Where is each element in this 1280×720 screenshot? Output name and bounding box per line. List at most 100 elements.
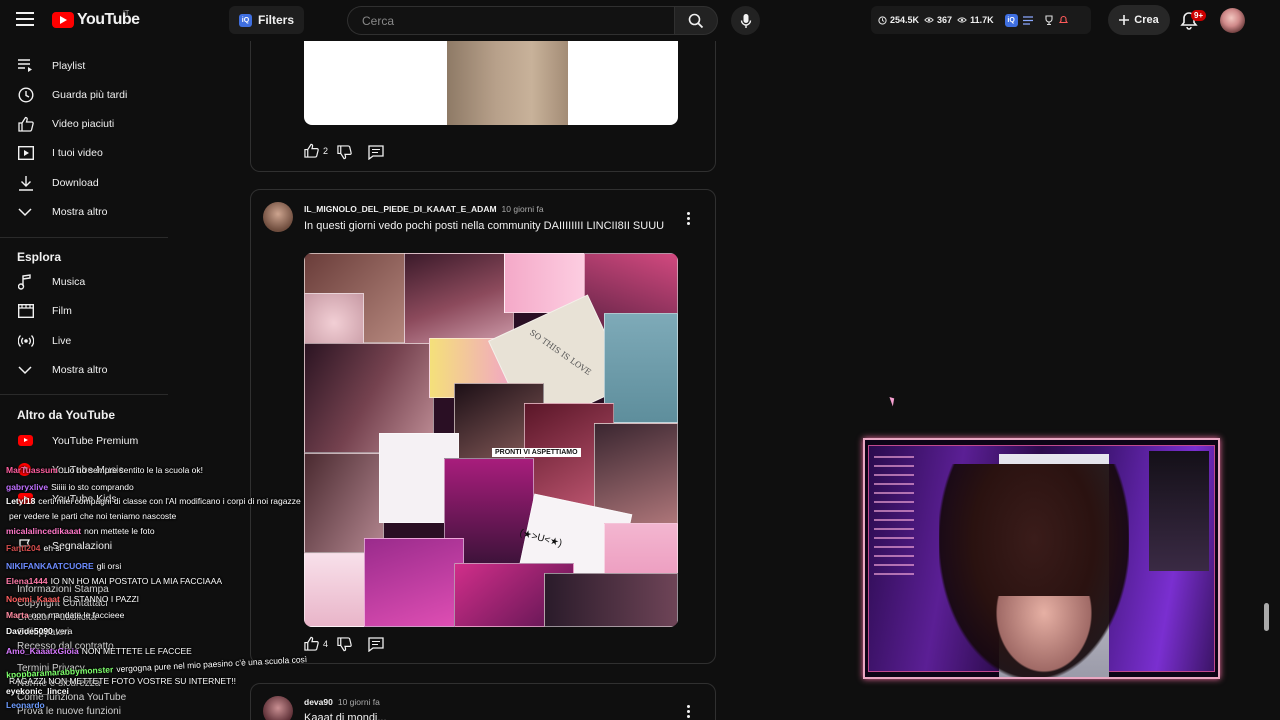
country-code: IT	[123, 10, 130, 17]
microphone-arm	[1149, 451, 1209, 571]
thumb-down-icon[interactable]	[337, 637, 352, 652]
footer-link[interactable]: Creator Pubblicità	[17, 612, 96, 623]
thumb-up-icon	[18, 116, 34, 132]
top-bar: YouTube IT iQ Filters Cerca 254.5K 367 1…	[0, 0, 1262, 41]
footer-link[interactable]: Sviluppatori	[17, 627, 69, 638]
author-name[interactable]: IL_MIGNOLO_DEL_PIEDE_DI_KAAAT_E_ADAM	[304, 204, 497, 214]
divider	[0, 394, 168, 395]
youtube-kids-icon	[18, 493, 33, 504]
total-views-stat: 11.7K	[957, 15, 994, 25]
explore-heading: Esplora	[17, 250, 62, 264]
collage-tile	[544, 573, 678, 627]
account-avatar[interactable]	[1220, 8, 1245, 33]
footer-link[interactable]: Informazioni Stampa	[17, 584, 109, 595]
watch-time-stat: 254.5K	[878, 15, 919, 25]
like-count: 2	[323, 145, 329, 156]
notification-count-badge: 9+	[1191, 10, 1207, 21]
search-input[interactable]: Cerca	[347, 6, 674, 35]
create-button[interactable]: Crea	[1108, 5, 1170, 35]
iq-icon[interactable]: iQ	[1004, 13, 1018, 27]
create-label: Crea	[1134, 14, 1159, 26]
footer-link[interactable]: Norme e sicurezza	[17, 678, 100, 689]
like-button[interactable]: 2	[304, 143, 328, 158]
sidebar-item-liked-videos[interactable]: Video piaciuti	[0, 109, 168, 138]
post-text: In questi giorni vedo pochi posti nella …	[304, 220, 665, 232]
filters-label: Filters	[258, 13, 295, 27]
search-button[interactable]	[674, 6, 718, 35]
search-icon	[688, 13, 704, 28]
footer-link[interactable]: Prova le nuove funzioni	[17, 706, 121, 717]
sidebar-item-music[interactable]: Musica	[0, 267, 168, 296]
author-name[interactable]: deva90	[304, 697, 333, 707]
post-collage-image[interactable]: PRONTI VI ASPETTIAMO SO THIS IS LOVE (★>…	[304, 253, 678, 627]
sidebar-item-youtube-music[interactable]: YouTube Music	[0, 455, 168, 484]
comment-icon[interactable]	[368, 145, 384, 160]
flag-icon	[19, 538, 31, 552]
alert-bell-icon[interactable]	[1058, 15, 1068, 25]
fairy-lights	[874, 456, 914, 576]
voice-search-button[interactable]	[731, 6, 760, 35]
post-time: 10 giorni fa	[501, 204, 544, 214]
sidebar-item-your-videos[interactable]: I tuoi video	[0, 138, 168, 167]
streamer-arms	[989, 596, 1099, 677]
sidebar-item-film[interactable]: Film	[0, 296, 168, 325]
mic-icon	[740, 13, 751, 28]
webcam-feed	[868, 445, 1215, 677]
post-text: Kaaat di mondi...	[304, 712, 387, 720]
menu-icon[interactable]	[16, 12, 34, 28]
trophy-icon[interactable]	[1044, 15, 1054, 25]
film-icon	[18, 303, 34, 318]
sidebar-item-show-more[interactable]: Mostra altro	[0, 197, 168, 226]
eye-icon	[957, 17, 967, 23]
sidebar: Playlist Guarda più tardi Video piaciuti…	[0, 41, 168, 720]
comment-icon[interactable]	[368, 637, 384, 652]
footer-link[interactable]: Recesso dal contratto	[17, 641, 114, 652]
divider	[0, 237, 168, 238]
music-note-icon	[18, 273, 31, 290]
sidebar-item-youtube-kids[interactable]: YouTube Kids	[0, 484, 168, 513]
download-icon	[19, 175, 33, 191]
list-icon[interactable]	[1022, 15, 1033, 25]
more-from-youtube-heading: Altro da YouTube	[17, 408, 115, 422]
collage-tile	[604, 313, 678, 423]
sidebar-item-playlist[interactable]: Playlist	[0, 51, 168, 80]
youtube-red-icon	[18, 435, 33, 446]
like-count: 4	[323, 638, 329, 649]
footer-link[interactable]: Termini Privacy	[17, 663, 85, 674]
footer-link[interactable]: Copyright Contattaci	[17, 598, 108, 609]
more-options-icon[interactable]	[687, 705, 691, 720]
plus-icon	[1119, 15, 1130, 25]
extension-stats-bar: 254.5K 367 11.7K iQ	[871, 6, 1091, 34]
filters-button[interactable]: iQ Filters	[229, 6, 305, 34]
sidebar-item-live[interactable]: Live	[0, 326, 168, 355]
iq-icon: iQ	[239, 13, 252, 27]
sidebar-item-download[interactable]: Download	[0, 168, 168, 197]
sidebar-item-show-more-explore[interactable]: Mostra altro	[0, 355, 168, 384]
author-avatar[interactable]	[263, 696, 293, 720]
sidebar-item-watch-later[interactable]: Guarda più tardi	[0, 80, 168, 109]
thumb-down-icon[interactable]	[337, 145, 352, 160]
live-icon	[18, 334, 34, 347]
community-post: deva90 10 giorni fa Kaaat di mondi...	[250, 683, 716, 720]
sidebar-item-youtube-premium[interactable]: YouTube Premium	[0, 426, 168, 455]
youtube-play-icon	[52, 12, 74, 28]
thumb-up-icon	[304, 636, 319, 651]
post-time: 10 giorni fa	[337, 697, 380, 707]
sidebar-item-reports[interactable]: Segnalazioni	[0, 531, 168, 560]
play-square-icon	[18, 145, 34, 160]
author-avatar[interactable]	[263, 202, 293, 232]
thumb-up-icon	[304, 143, 319, 158]
youtube-music-icon	[18, 463, 31, 476]
like-button[interactable]: 4	[304, 636, 328, 651]
chevron-down-icon	[18, 207, 32, 216]
post-header: IL_MIGNOLO_DEL_PIEDE_DI_KAAAT_E_ADAM 10 g…	[304, 204, 544, 214]
eye-icon	[924, 17, 934, 23]
clock-icon	[18, 86, 34, 103]
playlist-icon	[18, 58, 32, 72]
clock-icon	[878, 15, 887, 25]
more-options-icon[interactable]	[687, 212, 691, 227]
mouse-cursor-icon	[889, 395, 897, 407]
chevron-down-icon	[18, 365, 32, 374]
footer-link[interactable]: Come funziona YouTube	[17, 692, 126, 703]
page-scrollbar[interactable]	[1264, 603, 1269, 631]
